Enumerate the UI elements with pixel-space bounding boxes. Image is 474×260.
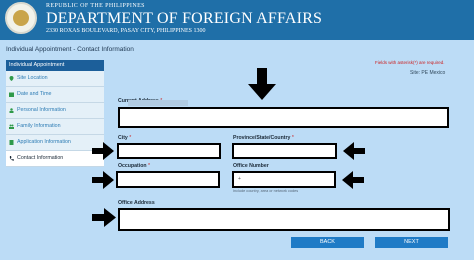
sidebar-item-label: Site Location xyxy=(17,75,48,81)
main-content: Individual Appointment - Contact Informa… xyxy=(0,40,474,260)
site-header: REPUBLIC OF THE PHILIPPINES DEPARTMENT O… xyxy=(0,0,474,40)
sidebar-item-family-information[interactable]: Family Information xyxy=(6,119,104,135)
sidebar-item-application-information[interactable]: Application Information xyxy=(6,135,104,151)
city-input[interactable] xyxy=(117,143,221,159)
header-republic: REPUBLIC OF THE PHILIPPINES xyxy=(46,3,145,9)
map-marker-icon xyxy=(9,76,14,81)
user-icon xyxy=(9,108,14,113)
sidebar-item-label: Contact Information xyxy=(17,155,64,161)
users-icon xyxy=(9,124,14,129)
province-label: Province/State/Country * xyxy=(233,135,294,141)
next-button[interactable]: NEXT xyxy=(375,237,448,248)
redacted-text xyxy=(128,100,188,106)
appointment-sidebar: Individual Appointment Site Location Dat… xyxy=(6,60,104,167)
sidebar-item-label: Application Information xyxy=(17,139,71,145)
office-address-input[interactable] xyxy=(118,208,450,231)
down-arrow-icon xyxy=(248,68,276,100)
right-arrow-icon xyxy=(92,171,114,189)
city-label: City * xyxy=(118,135,132,141)
occupation-label: Occupation * xyxy=(118,163,151,169)
right-arrow-icon xyxy=(92,208,116,227)
page-title: Individual Appointment - Contact Informa… xyxy=(6,46,134,53)
left-arrow-icon xyxy=(343,142,365,160)
sidebar-item-date-time[interactable]: Date and Time xyxy=(6,87,104,103)
document-icon xyxy=(9,140,14,145)
required-fields-note: Fields with asterisk(*) are required. xyxy=(375,60,445,65)
dfa-seal-logo xyxy=(5,2,37,34)
office-address-label: Office Address xyxy=(118,200,155,206)
right-arrow-icon xyxy=(92,142,114,160)
back-button[interactable]: BACK xyxy=(291,237,364,248)
current-address-input[interactable] xyxy=(118,107,449,128)
sidebar-item-label: Family Information xyxy=(17,123,61,129)
phone-icon xyxy=(9,156,14,161)
office-number-input[interactable]: + xyxy=(232,171,336,188)
header-address: 2330 ROXAS BOULEVARD, PASAY CITY, PHILIP… xyxy=(46,28,206,34)
sidebar-item-label: Date and Time xyxy=(17,91,52,97)
selected-site: Site: PE Mexico xyxy=(410,70,446,76)
office-number-hint: Include country, area or network codes xyxy=(233,189,299,193)
sidebar-item-personal-information[interactable]: Personal Information xyxy=(6,103,104,119)
sidebar-item-contact-information[interactable]: Contact Information xyxy=(6,151,104,167)
province-input[interactable] xyxy=(232,143,337,159)
sidebar-heading: Individual Appointment xyxy=(6,60,104,71)
header-title: DEPARTMENT OF FOREIGN AFFAIRS xyxy=(46,10,323,27)
sidebar-item-label: Personal Information xyxy=(17,107,66,113)
calendar-icon xyxy=(9,92,14,97)
left-arrow-icon xyxy=(342,171,364,189)
occupation-input[interactable] xyxy=(116,171,220,188)
sidebar-item-site-location[interactable]: Site Location xyxy=(6,71,104,87)
office-number-label: Office Number xyxy=(233,163,269,169)
